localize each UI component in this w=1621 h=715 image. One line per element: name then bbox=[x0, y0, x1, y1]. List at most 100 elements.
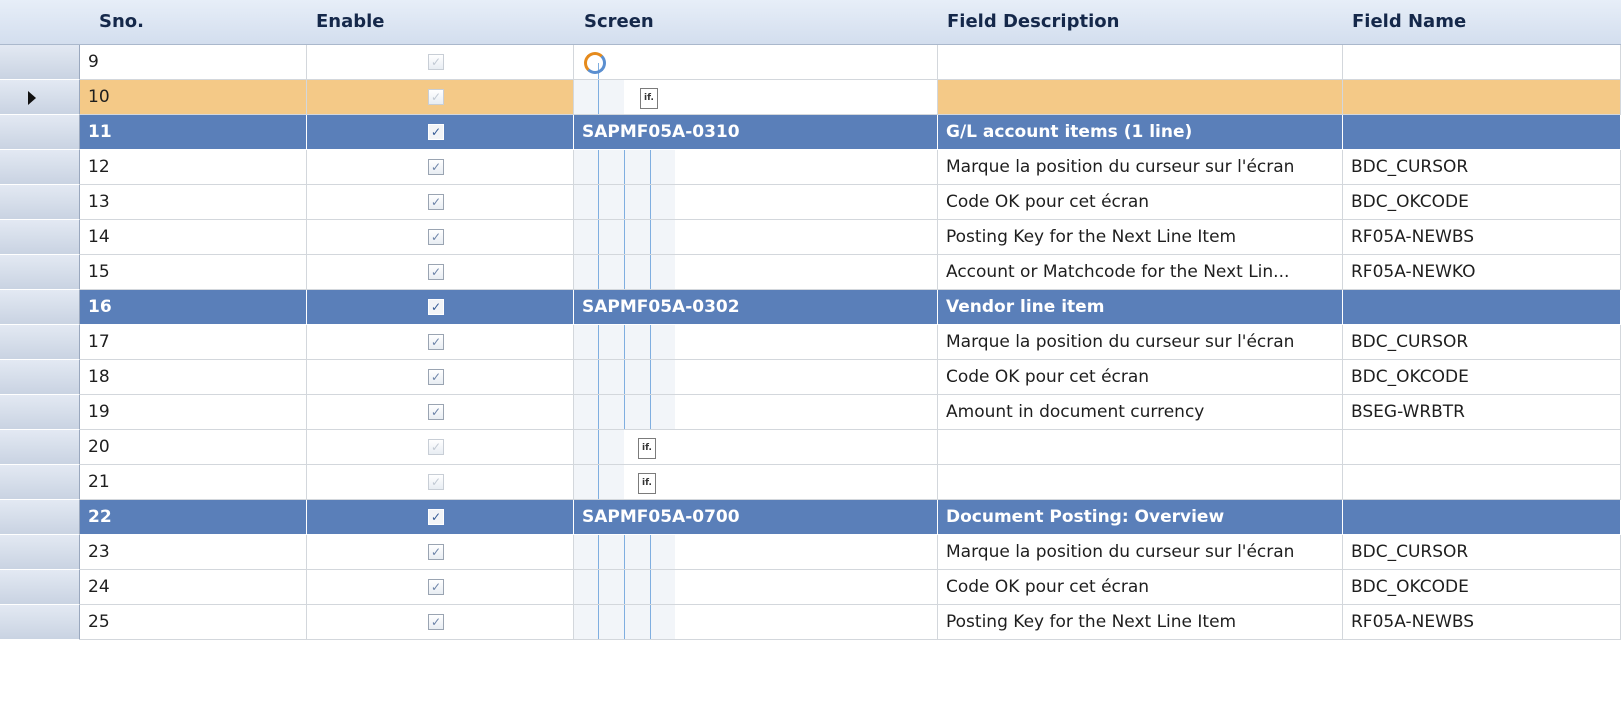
screen-cell[interactable] bbox=[574, 360, 938, 395]
enable-checkbox[interactable]: ✓ bbox=[428, 544, 444, 560]
sno-cell[interactable]: 20 bbox=[80, 430, 307, 465]
sno-cell[interactable]: 15 bbox=[80, 255, 307, 290]
table-row[interactable]: 10 ✓ if. bbox=[0, 80, 1621, 115]
refresh-icon[interactable] bbox=[584, 52, 606, 74]
row-header[interactable] bbox=[0, 605, 80, 640]
screen-cell[interactable]: SAPMF05A-0310 bbox=[574, 115, 938, 150]
field-description-cell[interactable] bbox=[938, 430, 1343, 465]
field-name-cell[interactable]: BDC_CURSOR bbox=[1343, 325, 1621, 360]
sno-cell[interactable]: 22 bbox=[80, 500, 307, 535]
field-name-cell[interactable]: BDC_OKCODE bbox=[1343, 185, 1621, 220]
field-name-cell[interactable] bbox=[1343, 80, 1621, 115]
table-row[interactable]: 17 ✓ Marque la position du curseur sur l'é… bbox=[0, 325, 1621, 360]
row-header[interactable] bbox=[0, 220, 80, 255]
enable-checkbox[interactable]: ✓ bbox=[428, 439, 444, 455]
enable-checkbox[interactable]: ✓ bbox=[428, 614, 444, 630]
column-header-enable[interactable]: Enable bbox=[316, 0, 385, 44]
enable-checkbox[interactable]: ✓ bbox=[428, 89, 444, 105]
screen-cell[interactable] bbox=[574, 45, 938, 80]
screen-cell[interactable] bbox=[574, 220, 938, 255]
field-name-cell[interactable]: RF05A-NEWKO bbox=[1343, 255, 1621, 290]
column-header-screen[interactable]: Screen bbox=[584, 0, 654, 44]
row-header[interactable] bbox=[0, 290, 80, 325]
row-header[interactable] bbox=[0, 185, 80, 220]
row-header[interactable] bbox=[0, 80, 80, 115]
screen-cell[interactable] bbox=[574, 325, 938, 360]
row-header[interactable] bbox=[0, 325, 80, 360]
field-name-cell[interactable]: BDC_OKCODE bbox=[1343, 360, 1621, 395]
screen-cell[interactable] bbox=[574, 570, 938, 605]
row-header[interactable] bbox=[0, 255, 80, 290]
field-name-cell[interactable] bbox=[1343, 45, 1621, 80]
field-description-cell[interactable]: G/L account items (1 line) bbox=[938, 115, 1343, 150]
field-description-cell[interactable]: Account or Matchcode for the Next Lin... bbox=[938, 255, 1343, 290]
field-description-cell[interactable]: Code OK pour cet écran bbox=[938, 185, 1343, 220]
row-header[interactable] bbox=[0, 535, 80, 570]
enable-checkbox[interactable]: ✓ bbox=[428, 474, 444, 490]
sno-cell[interactable]: 19 bbox=[80, 395, 307, 430]
field-description-cell[interactable]: Vendor line item bbox=[938, 290, 1343, 325]
enable-checkbox[interactable]: ✓ bbox=[428, 369, 444, 385]
field-description-cell[interactable]: Marque la position du curseur sur l'écra… bbox=[938, 325, 1343, 360]
column-header-field-description[interactable]: Field Description bbox=[947, 0, 1119, 44]
field-name-cell[interactable]: RF05A-NEWBS bbox=[1343, 220, 1621, 255]
field-description-cell[interactable] bbox=[938, 80, 1343, 115]
field-description-cell[interactable]: Marque la position du curseur sur l'écra… bbox=[938, 535, 1343, 570]
screen-cell[interactable]: if. bbox=[574, 465, 938, 500]
enable-checkbox[interactable]: ✓ bbox=[428, 509, 444, 525]
enable-checkbox[interactable]: ✓ bbox=[428, 299, 444, 315]
field-name-cell[interactable] bbox=[1343, 115, 1621, 150]
row-header[interactable] bbox=[0, 500, 80, 535]
row-header[interactable] bbox=[0, 395, 80, 430]
page-icon[interactable]: if. bbox=[638, 473, 656, 494]
sno-cell[interactable]: 10 bbox=[80, 80, 307, 115]
sno-cell[interactable]: 12 bbox=[80, 150, 307, 185]
column-header-field-name[interactable]: Field Name bbox=[1352, 0, 1466, 44]
sno-cell[interactable]: 14 bbox=[80, 220, 307, 255]
page-icon[interactable]: if. bbox=[640, 88, 658, 109]
enable-checkbox[interactable]: ✓ bbox=[428, 54, 444, 70]
row-header[interactable] bbox=[0, 430, 80, 465]
table-row[interactable]: 20 ✓ if. bbox=[0, 430, 1621, 465]
enable-checkbox[interactable]: ✓ bbox=[428, 229, 444, 245]
table-row[interactable]: 25 ✓ Posting Key for the Next Line Item RF0… bbox=[0, 605, 1621, 640]
column-header-sno[interactable]: Sno. bbox=[99, 0, 144, 44]
screen-cell[interactable] bbox=[574, 255, 938, 290]
field-description-cell[interactable]: Code OK pour cet écran bbox=[938, 570, 1343, 605]
screen-cell[interactable]: if. bbox=[574, 80, 938, 115]
field-description-cell[interactable]: Code OK pour cet écran bbox=[938, 360, 1343, 395]
row-header[interactable] bbox=[0, 360, 80, 395]
field-description-cell[interactable]: Posting Key for the Next Line Item bbox=[938, 605, 1343, 640]
field-description-cell[interactable]: Document Posting: Overview bbox=[938, 500, 1343, 535]
screen-group-row[interactable]: 22 ✓ SAPMF05A-0700 Document Posting: Overvi… bbox=[0, 500, 1621, 535]
page-icon[interactable]: if. bbox=[638, 438, 656, 459]
field-name-cell[interactable]: BDC_CURSOR bbox=[1343, 150, 1621, 185]
enable-checkbox[interactable]: ✓ bbox=[428, 159, 444, 175]
screen-group-row[interactable]: 11 ✓ SAPMF05A-0310 G/L account items (1 lin… bbox=[0, 115, 1621, 150]
screen-cell[interactable] bbox=[574, 395, 938, 430]
enable-checkbox[interactable]: ✓ bbox=[428, 404, 444, 420]
field-description-cell[interactable] bbox=[938, 45, 1343, 80]
sno-cell[interactable]: 16 bbox=[80, 290, 307, 325]
row-header[interactable] bbox=[0, 150, 80, 185]
field-name-cell[interactable]: BSEG-WRBTR bbox=[1343, 395, 1621, 430]
field-name-cell[interactable] bbox=[1343, 500, 1621, 535]
row-header[interactable] bbox=[0, 45, 80, 80]
field-description-cell[interactable] bbox=[938, 465, 1343, 500]
sno-cell[interactable]: 13 bbox=[80, 185, 307, 220]
enable-checkbox[interactable]: ✓ bbox=[428, 264, 444, 280]
field-description-cell[interactable]: Amount in document currency bbox=[938, 395, 1343, 430]
table-row[interactable]: 14 ✓ Posting Key for the Next Line Item RF0… bbox=[0, 220, 1621, 255]
sno-cell[interactable]: 18 bbox=[80, 360, 307, 395]
field-description-cell[interactable]: Marque la position du curseur sur l'écra… bbox=[938, 150, 1343, 185]
screen-cell[interactable] bbox=[574, 185, 938, 220]
field-name-cell[interactable]: BDC_CURSOR bbox=[1343, 535, 1621, 570]
screen-group-row[interactable]: 16 ✓ SAPMF05A-0302 Vendor line item bbox=[0, 290, 1621, 325]
sno-cell[interactable]: 11 bbox=[80, 115, 307, 150]
field-name-cell[interactable] bbox=[1343, 465, 1621, 500]
enable-checkbox[interactable]: ✓ bbox=[428, 334, 444, 350]
field-name-cell[interactable] bbox=[1343, 430, 1621, 465]
field-name-cell[interactable]: RF05A-NEWBS bbox=[1343, 605, 1621, 640]
table-row[interactable]: 23 ✓ Marque la position du curseur sur l'é… bbox=[0, 535, 1621, 570]
screen-cell[interactable]: if. bbox=[574, 430, 938, 465]
